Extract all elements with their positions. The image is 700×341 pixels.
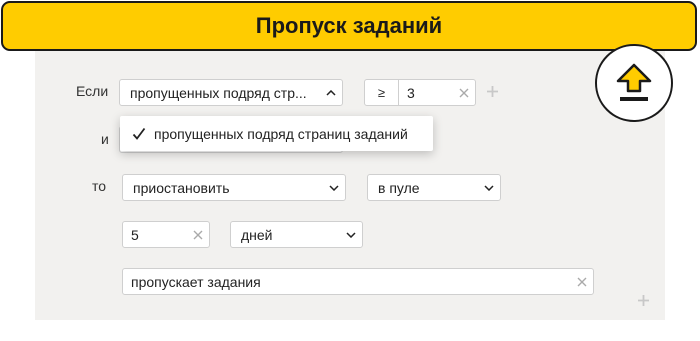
- dropdown-option[interactable]: пропущенных подряд страниц заданий: [152, 126, 408, 142]
- threshold-group: ≥ 3: [364, 79, 476, 106]
- close-icon[interactable]: [187, 222, 209, 247]
- page-title: Пропуск заданий: [255, 13, 443, 38]
- close-icon[interactable]: [453, 80, 475, 105]
- operator-button[interactable]: ≥: [365, 80, 399, 105]
- chevron-down-icon: [323, 175, 345, 200]
- check-icon: [120, 127, 152, 141]
- chevron-down-icon: [340, 222, 362, 247]
- action-select-value: приостановить: [133, 179, 230, 196]
- plus-icon[interactable]: [486, 85, 499, 98]
- duration-value: 5: [131, 226, 139, 243]
- chevron-up-icon: [320, 80, 342, 105]
- chevron-down-icon: [478, 175, 500, 200]
- then-label: то: [92, 178, 107, 194]
- duration-unit-value: дней: [241, 226, 273, 243]
- close-icon[interactable]: [571, 269, 593, 294]
- duration-input[interactable]: 5: [122, 221, 210, 248]
- and-label: и: [101, 131, 109, 147]
- if-label: Если: [76, 83, 109, 99]
- header-bar: Пропуск заданий: [1, 1, 697, 51]
- metric-select[interactable]: пропущенных подряд стр...: [119, 79, 343, 106]
- reason-value: пропускает задания: [131, 273, 261, 290]
- reason-input[interactable]: пропускает задания: [122, 268, 594, 295]
- scope-select-value: в пуле: [378, 179, 420, 196]
- plus-icon[interactable]: [637, 294, 650, 307]
- upload-badge[interactable]: [595, 44, 673, 122]
- upload-icon: [616, 63, 652, 101]
- action-select[interactable]: приостановить: [122, 174, 346, 201]
- duration-unit-select[interactable]: дней: [230, 221, 363, 248]
- scope-select[interactable]: в пуле: [367, 174, 501, 201]
- metric-select-value: пропущенных подряд стр...: [130, 84, 307, 101]
- metric-dropdown-menu: пропущенных подряд страниц заданий: [120, 116, 433, 151]
- threshold-input[interactable]: 3: [399, 85, 453, 101]
